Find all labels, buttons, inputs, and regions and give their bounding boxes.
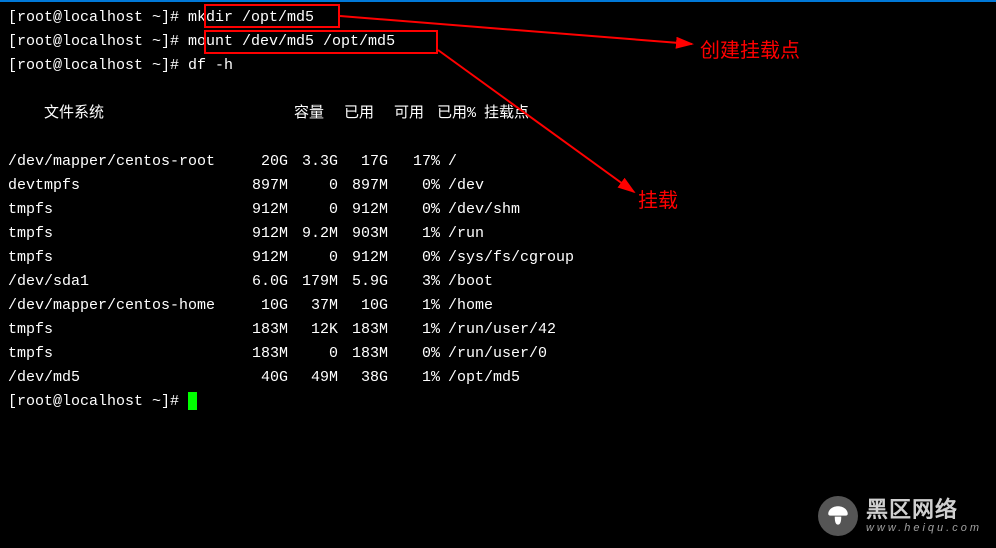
cell-fs: /dev/mapper/centos-home — [8, 294, 230, 318]
watermark-logo — [818, 496, 858, 536]
cell-pct: 3% — [388, 270, 440, 294]
cell-avail: 38G — [338, 366, 388, 390]
cell-used: 12K — [288, 318, 338, 342]
cmd-line-3: [root@localhost ~]# df -h — [8, 54, 988, 78]
cell-size: 20G — [230, 150, 288, 174]
cell-size: 6.0G — [230, 270, 288, 294]
table-row: tmpfs912M0912M0%/sys/fs/cgroup — [8, 246, 988, 270]
cell-pct: 1% — [388, 318, 440, 342]
hdr-mount: 挂载点 — [476, 102, 529, 126]
table-row: devtmpfs897M0897M0%/dev — [8, 174, 988, 198]
cell-avail: 897M — [338, 174, 388, 198]
cell-mount: /opt/md5 — [440, 366, 520, 390]
shell-prompt: [root@localhost ~]# — [8, 33, 188, 50]
cmd-line-2: [root@localhost ~]# mount /dev/md5 /opt/… — [8, 30, 988, 54]
highlight-box-mkdir — [204, 4, 340, 28]
cell-pct: 0% — [388, 174, 440, 198]
cell-pct: 1% — [388, 366, 440, 390]
cell-mount: /dev — [440, 174, 484, 198]
cell-fs: /dev/mapper/centos-root — [8, 150, 230, 174]
highlight-box-mount — [204, 30, 438, 54]
cell-fs: tmpfs — [8, 246, 230, 270]
cell-pct: 1% — [388, 294, 440, 318]
cell-mount: /dev/shm — [440, 198, 520, 222]
cell-used: 0 — [288, 246, 338, 270]
cell-size: 10G — [230, 294, 288, 318]
cell-size: 40G — [230, 366, 288, 390]
cell-used: 0 — [288, 198, 338, 222]
table-row: /dev/mapper/centos-home10G37M10G1%/home — [8, 294, 988, 318]
cell-pct: 0% — [388, 246, 440, 270]
cell-fs: tmpfs — [8, 342, 230, 366]
cell-avail: 912M — [338, 198, 388, 222]
table-row: tmpfs912M9.2M903M1%/run — [8, 222, 988, 246]
annotation-mount: 挂载 — [638, 184, 678, 213]
cell-used: 37M — [288, 294, 338, 318]
cell-mount: / — [440, 150, 457, 174]
cell-avail: 183M — [338, 342, 388, 366]
table-row: tmpfs183M12K183M1%/run/user/42 — [8, 318, 988, 342]
cell-pct: 17% — [388, 150, 440, 174]
cell-size: 897M — [230, 174, 288, 198]
watermark-url: www.heiqu.com — [866, 523, 982, 534]
cell-used: 0 — [288, 174, 338, 198]
cell-pct: 0% — [388, 342, 440, 366]
cell-mount: /home — [440, 294, 493, 318]
cell-fs: tmpfs — [8, 318, 230, 342]
cell-avail: 903M — [338, 222, 388, 246]
annotation-create-mount: 创建挂载点 — [700, 34, 800, 63]
cell-size: 183M — [230, 342, 288, 366]
cell-fs: /dev/md5 — [8, 366, 230, 390]
terminal[interactable]: [root@localhost ~]# mkdir /opt/md5 [root… — [0, 2, 996, 418]
table-row: tmpfs912M0912M0%/dev/shm — [8, 198, 988, 222]
cell-used: 0 — [288, 342, 338, 366]
cmd-line-1: [root@localhost ~]# mkdir /opt/md5 — [8, 6, 988, 30]
cell-mount: /run/user/42 — [440, 318, 556, 342]
cell-used: 49M — [288, 366, 338, 390]
cell-avail: 5.9G — [338, 270, 388, 294]
cell-fs: tmpfs — [8, 198, 230, 222]
shell-prompt: [root@localhost ~]# — [8, 9, 188, 26]
watermark: 黑区网络 www.heiqu.com — [818, 496, 982, 536]
hdr-size: 容量 — [266, 102, 324, 126]
table-row: /dev/md540G49M38G1%/opt/md5 — [8, 366, 988, 390]
mushroom-icon — [825, 503, 851, 529]
cursor — [188, 392, 197, 410]
table-row: /dev/sda16.0G179M5.9G3%/boot — [8, 270, 988, 294]
cell-used: 9.2M — [288, 222, 338, 246]
cell-pct: 1% — [388, 222, 440, 246]
table-row: /dev/mapper/centos-root20G3.3G17G17%/ — [8, 150, 988, 174]
cell-size: 912M — [230, 198, 288, 222]
cell-avail: 912M — [338, 246, 388, 270]
cell-avail: 17G — [338, 150, 388, 174]
cell-mount: /run — [440, 222, 484, 246]
cell-mount: /run/user/0 — [440, 342, 547, 366]
cell-pct: 0% — [388, 198, 440, 222]
cell-used: 179M — [288, 270, 338, 294]
cell-size: 183M — [230, 318, 288, 342]
cell-avail: 10G — [338, 294, 388, 318]
shell-prompt: [root@localhost ~]# — [8, 57, 188, 74]
df-header: 文件系统容量已用可用已用%挂载点 — [8, 78, 988, 150]
table-row: tmpfs183M0183M0%/run/user/0 — [8, 342, 988, 366]
cell-fs: tmpfs — [8, 222, 230, 246]
hdr-fs: 文件系统 — [44, 102, 266, 126]
cell-mount: /boot — [440, 270, 493, 294]
cell-fs: /dev/sda1 — [8, 270, 230, 294]
hdr-pct: 已用% — [424, 102, 476, 126]
cmd-line-empty: [root@localhost ~]# — [8, 390, 988, 414]
watermark-title: 黑区网络 — [866, 499, 982, 521]
cmd-df: df -h — [188, 57, 233, 74]
cell-size: 912M — [230, 222, 288, 246]
cell-fs: devtmpfs — [8, 174, 230, 198]
hdr-used: 已用 — [324, 102, 374, 126]
cell-used: 3.3G — [288, 150, 338, 174]
cell-mount: /sys/fs/cgroup — [440, 246, 574, 270]
cell-size: 912M — [230, 246, 288, 270]
cell-avail: 183M — [338, 318, 388, 342]
hdr-avail: 可用 — [374, 102, 424, 126]
shell-prompt: [root@localhost ~]# — [8, 393, 188, 410]
